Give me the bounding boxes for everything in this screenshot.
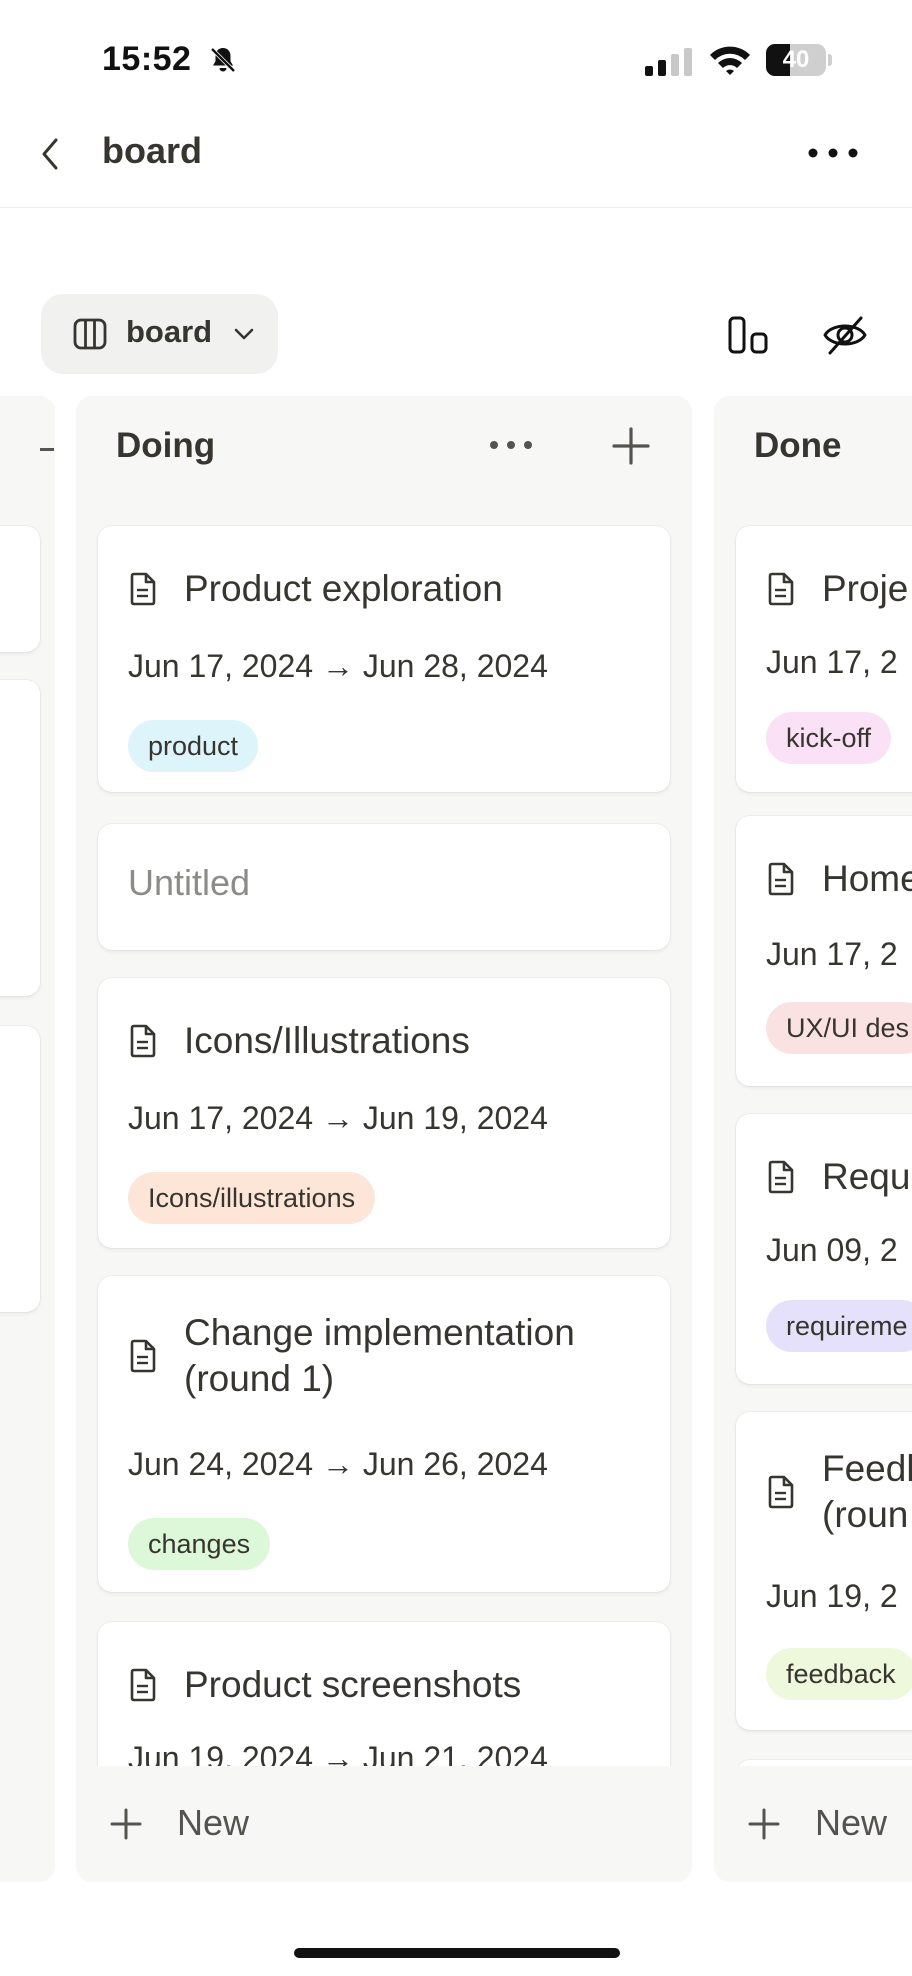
back-chevron-icon[interactable] <box>36 134 66 174</box>
card-title: Change implementation (round 1) <box>184 1312 575 1399</box>
board-card[interactable]: Requ Jun 09, 2 requireme <box>736 1114 912 1384</box>
card-date-range: Jun 09, 2 <box>766 1232 898 1268</box>
document-icon <box>130 1339 156 1373</box>
board-card[interactable] <box>0 526 40 652</box>
column-cards: Product exploration Jun 17, 2024 → Jun 2… <box>76 396 692 1766</box>
card-tag: requireme <box>766 1300 912 1352</box>
board-card[interactable]: Icons/Illustrations Jun 17, 2024 → Jun 1… <box>98 978 670 1248</box>
card-tag: Icons/illustrations <box>128 1172 376 1224</box>
card-title: Icons/Illustrations <box>184 1020 470 1061</box>
board-card[interactable]: Untitled <box>98 824 670 950</box>
board-card[interactable]: Product exploration Jun 17, 2024 → Jun 2… <box>98 526 670 792</box>
board-card[interactable] <box>0 1026 40 1312</box>
home-indicator <box>294 1948 620 1958</box>
board-column-done: Done Proje Jun 17, 2 kick-off Home Jun 1… <box>714 396 912 1882</box>
column-cards: Proje Jun 17, 2 kick-off Home Jun 17, 2 … <box>714 396 912 1766</box>
board-column-doing: Doing Product exploration Jun 17, 2024 →… <box>76 396 692 1882</box>
document-icon <box>768 1475 794 1509</box>
nav-bar: board <box>0 110 912 208</box>
page-title: board <box>102 130 203 171</box>
card-tag: UX/UI des <box>766 1002 912 1054</box>
board-card[interactable]: Feedl (roun Jun 19, 2 feedback <box>736 1412 912 1730</box>
card-tag: changes <box>128 1518 271 1570</box>
cellular-signal-icon <box>645 48 692 76</box>
new-card-button[interactable]: New <box>76 1766 692 1882</box>
plus-icon <box>748 1808 780 1840</box>
document-icon <box>768 572 794 606</box>
card-tag: product <box>128 720 259 772</box>
card-title: Proje <box>822 568 909 609</box>
card-title: Feedl (roun <box>822 1448 912 1535</box>
document-icon <box>130 1668 156 1702</box>
view-switcher-label: board <box>126 314 213 349</box>
card-date-range: Jun 19, 2024 → Jun 21, 2024 <box>128 1740 548 1766</box>
layout-icon[interactable] <box>726 314 772 356</box>
card-title: Product screenshots <box>184 1664 522 1705</box>
document-icon <box>130 572 156 606</box>
status-time: 15:52 <box>102 40 192 78</box>
board-card[interactable]: Change implementation (round 1) Jun 24, … <box>98 1276 670 1592</box>
card-tag: kick-off <box>766 712 892 764</box>
board-card[interactable]: Proje Jun 17, 2 kick-off <box>736 526 912 792</box>
document-icon <box>768 1160 794 1194</box>
new-card-label: New <box>177 1802 250 1843</box>
document-icon <box>130 1024 156 1058</box>
card-date-range: Jun 24, 2024 → Jun 26, 2024 <box>128 1446 548 1482</box>
card-date-range: Jun 17, 2024 → Jun 28, 2024 <box>128 648 548 684</box>
battery-percentage: 40 <box>782 46 810 73</box>
card-date-range: Jun 19, 2 <box>766 1578 898 1614</box>
card-title: Home <box>822 858 912 899</box>
card-title: Requ <box>822 1156 911 1197</box>
bell-muted-icon <box>210 47 236 73</box>
column-dash <box>40 448 54 451</box>
card-date-range: Jun 17, 2024 → Jun 19, 2024 <box>128 1100 548 1136</box>
view-switcher-button[interactable]: board <box>41 294 278 374</box>
board-card[interactable] <box>0 680 40 996</box>
more-options-icon[interactable] <box>806 140 860 166</box>
plus-icon <box>110 1808 142 1840</box>
chevron-down-icon <box>234 328 254 340</box>
wifi-icon <box>710 46 750 75</box>
card-tag: feedback <box>766 1648 912 1700</box>
status-bar: 15:52 40 <box>0 0 912 110</box>
board-column-previous <box>0 396 55 1882</box>
document-icon <box>768 862 794 896</box>
card-date-range: Jun 17, 2 <box>766 644 898 680</box>
card-title: Product exploration <box>184 568 503 609</box>
board-view-icon <box>73 318 107 350</box>
card-title-placeholder: Untitled <box>128 862 251 903</box>
board-card[interactable]: Product screenshots Jun 19, 2024 → Jun 2… <box>98 1622 670 1766</box>
board-card[interactable]: Home Jun 17, 2 UX/UI des <box>736 816 912 1086</box>
eye-off-icon[interactable] <box>822 312 868 358</box>
new-card-button[interactable]: New <box>714 1766 912 1882</box>
new-card-label: New <box>815 1802 888 1843</box>
card-date-range: Jun 17, 2 <box>766 936 898 972</box>
battery-icon: 40 <box>766 44 832 76</box>
